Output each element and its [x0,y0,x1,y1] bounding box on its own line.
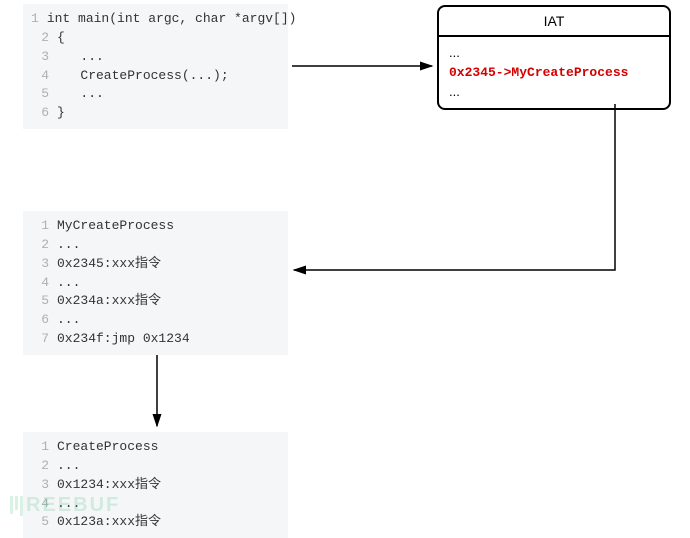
line-number: 1 [31,438,49,457]
line-number: 7 [31,330,49,349]
code-line: 5 0x234a:xxx指令 [31,292,280,311]
code-line: 2... [31,457,280,476]
code-text: ... [57,85,104,104]
code-line: 5 ... [31,85,280,104]
iat-row: ... [449,82,659,102]
watermark: REEBUF [10,494,120,517]
code-text: MyCreateProcess [57,217,174,236]
code-line: 3 0x1234:xxx指令 [31,476,280,495]
line-number: 2 [31,29,49,48]
code-text: int main(int argc, char *argv[]) [47,10,297,29]
code-line: 1int main(int argc, char *argv[]) [31,10,280,29]
line-number: 1 [31,217,49,236]
code-block-mycreateprocess: 1MyCreateProcess2...30x2345:xxx指令4...50x… [23,211,288,355]
line-number: 2 [31,236,49,255]
code-text: CreateProcess(...); [57,67,229,86]
iat-row-hook: 0x2345->MyCreateProcess [449,63,659,83]
code-line: 7 0x234f:jmp 0x1234 [31,330,280,349]
line-number: 4 [31,67,49,86]
line-number: 1 [31,10,39,29]
code-line: 4 CreateProcess(...); [31,67,280,86]
code-text: ... [57,236,80,255]
line-number: 3 [31,48,49,67]
iat-row: ... [449,43,659,63]
code-line: 2{ [31,29,280,48]
line-number: 3 [31,476,49,495]
code-line: 1 MyCreateProcess [31,217,280,236]
code-text: { [57,29,65,48]
iat-body: ... 0x2345->MyCreateProcess ... [439,37,669,108]
code-line: 4... [31,274,280,293]
line-number: 2 [31,457,49,476]
code-text: ... [57,48,104,67]
code-line: 2... [31,236,280,255]
code-text: ... [57,311,80,330]
code-text: } [57,104,65,123]
line-number: 6 [31,104,49,123]
code-text: 0x1234:xxx指令 [57,476,161,495]
code-line: 3 ... [31,48,280,67]
code-text: CreateProcess [57,438,158,457]
code-text: ... [57,274,80,293]
code-line: 6... [31,311,280,330]
line-number: 4 [31,274,49,293]
code-text: 0x2345:xxx指令 [57,255,161,274]
code-text: 0x234f:jmp 0x1234 [57,330,190,349]
line-number: 6 [31,311,49,330]
code-line: 3 0x2345:xxx指令 [31,255,280,274]
line-number: 5 [31,85,49,104]
code-line: 1 CreateProcess [31,438,280,457]
code-text: 0x234a:xxx指令 [57,292,161,311]
code-block-createprocess: 1CreateProcess2...30x1234:xxx指令4...50x12… [23,432,288,538]
code-line: 6} [31,104,280,123]
code-text: ... [57,457,80,476]
code-block-main: 1int main(int argc, char *argv[])2{3 ...… [23,4,288,129]
iat-table: IAT ... 0x2345->MyCreateProcess ... [437,5,671,110]
line-number: 3 [31,255,49,274]
line-number: 5 [31,292,49,311]
iat-title: IAT [439,7,669,37]
